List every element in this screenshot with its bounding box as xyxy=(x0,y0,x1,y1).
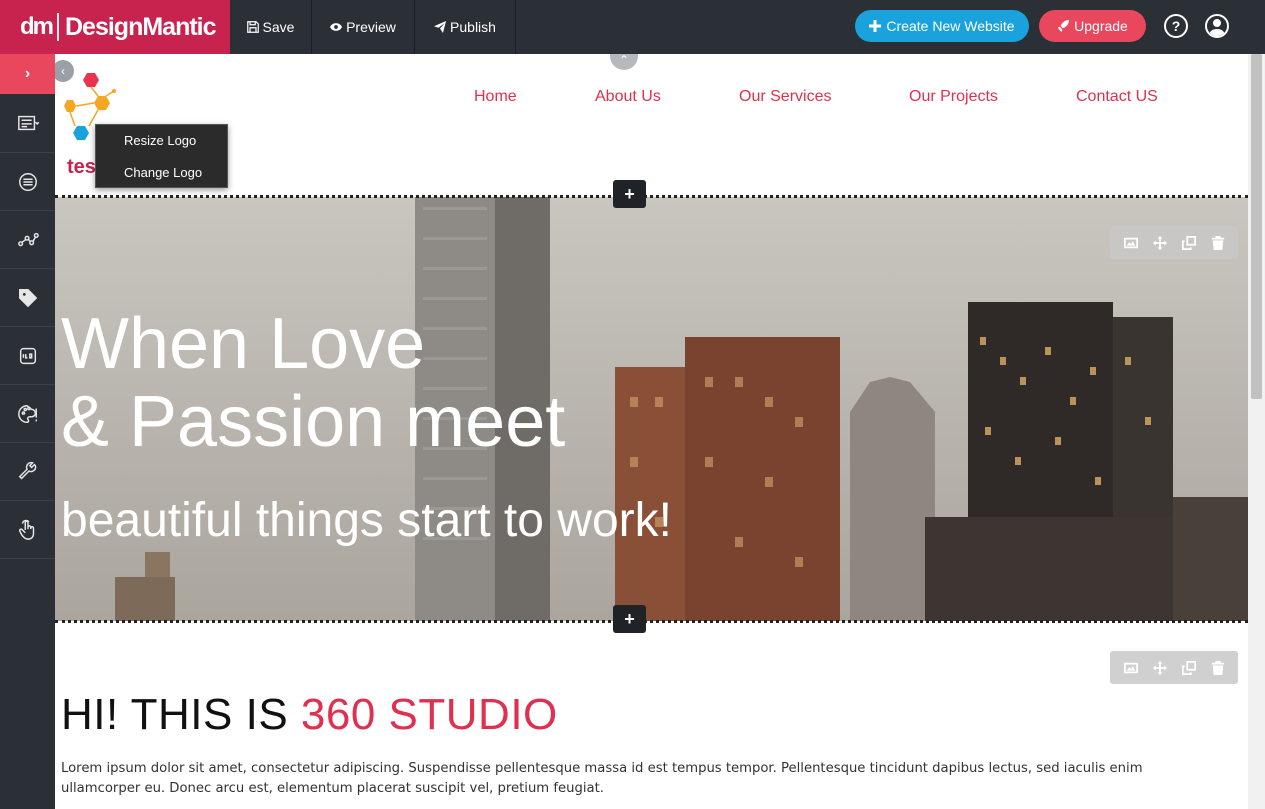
rocket-icon xyxy=(1057,20,1070,32)
create-label: Create New Website xyxy=(886,18,1015,34)
heading-plain: HI! THIS IS xyxy=(61,690,301,739)
hand-pointer-icon[interactable] xyxy=(0,501,55,559)
trash-icon[interactable] xyxy=(1211,660,1225,675)
wrench-icon[interactable] xyxy=(0,443,55,501)
paper-plane-icon xyxy=(434,21,447,33)
share-icon[interactable] xyxy=(0,211,55,269)
heading-accent: 360 STUDIO xyxy=(300,690,558,739)
brand-logo[interactable]: dm DesignMantic xyxy=(0,0,230,54)
nav-contact-us[interactable]: Contact US xyxy=(1076,88,1158,106)
change-logo-option[interactable]: Change Logo xyxy=(124,165,202,180)
duplicate-icon[interactable] xyxy=(1181,660,1196,675)
hero-headline[interactable]: When Love & Passion meet xyxy=(61,305,565,461)
section-paragraph[interactable]: Lorem ipsum dolor sit amet, consectetur … xyxy=(61,759,1161,799)
create-new-website-button[interactable]: Create New Website xyxy=(855,10,1029,42)
left-sidebar: › xyxy=(0,54,55,809)
favicon-icon[interactable] xyxy=(0,327,55,385)
floppy-icon xyxy=(246,21,259,33)
add-section-button[interactable]: + xyxy=(613,180,646,208)
hero-subheadline[interactable]: beautiful things start to work! xyxy=(61,493,672,548)
upgrade-label: Upgrade xyxy=(1074,18,1128,34)
nav-our-services[interactable]: Our Services xyxy=(739,88,831,106)
resize-logo-option[interactable]: Resize Logo xyxy=(124,133,196,148)
add-section-button[interactable]: + xyxy=(613,605,646,633)
vertical-scrollbar[interactable] xyxy=(1248,54,1265,809)
hero-line-1: When Love xyxy=(61,304,426,384)
upgrade-button[interactable]: Upgrade xyxy=(1039,10,1146,42)
duplicate-icon[interactable] xyxy=(1181,235,1196,250)
scrollbar-thumb[interactable] xyxy=(1251,54,1262,399)
tag-icon[interactable] xyxy=(0,269,55,327)
save-button[interactable]: Save xyxy=(230,0,312,54)
brand-name: DesignMantic xyxy=(65,12,217,41)
section-toolbar xyxy=(1110,651,1238,684)
nav-home[interactable]: Home xyxy=(474,88,517,106)
section-divider xyxy=(55,195,1248,198)
brand-mark: dm xyxy=(20,13,54,40)
plus-icon xyxy=(869,20,882,32)
editor-canvas: ‹ ⌃ tes Resize Logo Change Logo Home Abo… xyxy=(55,54,1248,809)
hero-line-2: & Passion meet xyxy=(61,382,566,462)
nav-our-projects[interactable]: Our Projects xyxy=(909,88,998,106)
section-divider xyxy=(55,620,1248,623)
logo-text: tes xyxy=(67,156,96,178)
image-icon[interactable] xyxy=(1123,236,1138,250)
move-icon[interactable] xyxy=(1152,660,1167,675)
help-icon[interactable]: ? xyxy=(1164,14,1188,38)
section-toolbar xyxy=(1110,226,1238,259)
user-account-icon[interactable] xyxy=(1205,14,1229,38)
sidebar-expand-button[interactable]: › xyxy=(0,54,55,94)
menu-icon[interactable] xyxy=(0,153,55,211)
section-heading[interactable]: HI! THIS IS 360 STUDIO xyxy=(61,690,558,740)
eye-icon xyxy=(330,23,343,31)
collapse-header-button[interactable]: ⌃ xyxy=(610,54,638,70)
image-icon[interactable] xyxy=(1123,661,1138,675)
hero-section[interactable]: When Love & Passion meet beautiful thing… xyxy=(55,197,1248,621)
move-icon[interactable] xyxy=(1152,235,1167,250)
top-toolbar: dm DesignMantic Save Preview Publish Cre… xyxy=(0,0,1265,54)
preview-button[interactable]: Preview xyxy=(312,0,415,54)
nav-about-us[interactable]: About Us xyxy=(595,88,661,106)
save-label: Save xyxy=(262,19,295,35)
layout-icon[interactable] xyxy=(0,94,55,153)
trash-icon[interactable] xyxy=(1211,235,1225,250)
brand-divider xyxy=(57,13,59,41)
logo-context-menu: Resize Logo Change Logo xyxy=(95,124,228,188)
publish-label: Publish xyxy=(450,19,496,35)
publish-button[interactable]: Publish xyxy=(415,0,516,54)
preview-label: Preview xyxy=(346,19,396,35)
palette-icon[interactable] xyxy=(0,385,55,443)
